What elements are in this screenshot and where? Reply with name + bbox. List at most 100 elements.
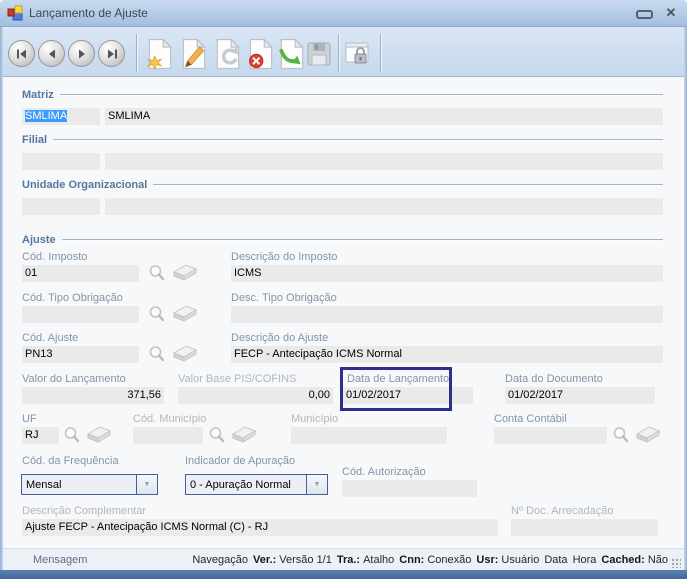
eraser-icon[interactable] bbox=[172, 344, 198, 362]
eraser-icon[interactable] bbox=[231, 425, 257, 443]
toolbar-separator bbox=[136, 34, 137, 72]
first-record-button[interactable] bbox=[8, 40, 35, 67]
cod-frequencia-selected-value: Mensal bbox=[26, 478, 62, 491]
data-lancamento-label: Data de Lançamento bbox=[347, 373, 450, 385]
desc-tipo-obrigacao-field[interactable] bbox=[231, 306, 663, 323]
search-icon[interactable] bbox=[612, 426, 630, 444]
filial-name-field[interactable] bbox=[105, 153, 663, 170]
chevron-down-icon[interactable]: ▼ bbox=[136, 475, 157, 494]
titlebar[interactable]: Lançamento de Ajuste bbox=[0, 0, 687, 27]
window-title: Lançamento de Ajuste bbox=[29, 6, 148, 20]
search-icon[interactable] bbox=[148, 264, 166, 282]
new-record-button[interactable] bbox=[146, 38, 174, 71]
valor-base-pis-cofins-field[interactable]: 0,00 bbox=[178, 387, 333, 404]
cod-imposto-label: Cód. Imposto bbox=[22, 251, 88, 263]
desc-ajuste-label: Descrição do Ajuste bbox=[231, 332, 329, 344]
matriz-code-input[interactable]: SMLIMA bbox=[22, 108, 100, 125]
section-unidade-title: Unidade Organizacional bbox=[22, 178, 148, 191]
status-usr-value: Usuário bbox=[501, 553, 540, 566]
data-lancamento-input[interactable]: 01/02/2017 bbox=[343, 387, 473, 404]
chevron-down-icon[interactable]: ▼ bbox=[306, 475, 327, 494]
eraser-icon[interactable] bbox=[86, 425, 112, 443]
undo-icon bbox=[214, 38, 242, 70]
matriz-code-selected-text: SMLIMA bbox=[25, 110, 68, 122]
cod-frequencia-select[interactable]: Mensal ▼ bbox=[21, 474, 158, 495]
valor-lancamento-input[interactable]: 371,56 bbox=[22, 387, 164, 404]
edit-record-button[interactable] bbox=[180, 38, 208, 70]
save-record-button[interactable] bbox=[305, 38, 333, 70]
minimize-icon[interactable] bbox=[636, 10, 653, 19]
indicador-apuracao-label: Indicador de Apuração bbox=[185, 455, 296, 467]
post-record-button[interactable] bbox=[278, 38, 306, 70]
status-info: Navegação Ver.: Versão 1/1 Tra.: Atalho Cn… bbox=[187, 554, 668, 566]
unidade-name-field[interactable] bbox=[105, 198, 663, 215]
section-divider bbox=[59, 94, 663, 95]
data-documento-label: Data do Documento bbox=[505, 373, 603, 385]
matriz-name-field[interactable]: SMLIMA bbox=[105, 108, 663, 125]
resize-grip[interactable] bbox=[670, 557, 681, 568]
cod-ajuste-label: Cód. Ajuste bbox=[22, 332, 79, 344]
desc-tipo-obrigacao-label: Desc. Tipo Obrigação bbox=[231, 292, 337, 304]
descricao-complementar-label: Descrição Complementar bbox=[22, 505, 147, 517]
valor-lancamento-label: Valor do Lançamento bbox=[22, 373, 126, 385]
undo-button[interactable] bbox=[214, 38, 242, 70]
status-ver-value: Versão 1/1 bbox=[279, 553, 332, 566]
search-icon[interactable] bbox=[148, 345, 166, 363]
next-record-button[interactable] bbox=[68, 40, 95, 67]
unidade-code-input[interactable] bbox=[22, 198, 100, 215]
municipio-field[interactable] bbox=[291, 427, 447, 444]
conta-contabil-input[interactable] bbox=[494, 427, 607, 444]
section-filial-title: Filial bbox=[22, 133, 48, 146]
section-divider bbox=[153, 184, 663, 185]
indicador-apuracao-select[interactable]: 0 - Apuração Normal ▼ bbox=[185, 474, 328, 495]
search-icon[interactable] bbox=[63, 426, 81, 444]
status-message: Mensagem bbox=[33, 553, 88, 566]
data-documento-input[interactable]: 01/02/2017 bbox=[505, 387, 655, 404]
uf-label: UF bbox=[22, 413, 37, 425]
eraser-icon[interactable] bbox=[172, 263, 198, 281]
post-record-icon bbox=[279, 38, 306, 70]
cod-imposto-input[interactable]: 01 bbox=[22, 265, 139, 282]
section-divider bbox=[61, 239, 663, 240]
last-record-button[interactable] bbox=[98, 40, 125, 67]
section-divider bbox=[53, 139, 663, 140]
status-tra-label: Tra.: bbox=[336, 553, 361, 566]
status-cached-label: Cached: bbox=[601, 553, 645, 566]
window-border-bottom bbox=[0, 570, 687, 579]
status-tra-value: Atalho bbox=[363, 553, 395, 566]
edit-record-icon bbox=[180, 38, 208, 70]
cod-municipio-input[interactable] bbox=[133, 427, 203, 444]
desc-imposto-field[interactable]: ICMS bbox=[231, 265, 663, 282]
permissions-button[interactable] bbox=[344, 38, 372, 70]
indicador-apuracao-selected-value: 0 - Apuração Normal bbox=[190, 478, 291, 491]
status-ver-label: Ver.: bbox=[253, 553, 277, 566]
cod-frequencia-label: Cód. da Frequência bbox=[22, 455, 119, 467]
toolbar-separator bbox=[380, 34, 381, 72]
section-ajuste-title: Ajuste bbox=[22, 233, 56, 246]
num-doc-arrecadacao-label: Nº Doc. Arrecadação bbox=[511, 505, 614, 517]
status-cnn-label: Cnn: bbox=[399, 553, 425, 566]
num-doc-arrecadacao-input[interactable] bbox=[511, 519, 658, 536]
cod-autorizacao-input[interactable] bbox=[342, 480, 477, 497]
eraser-icon[interactable] bbox=[635, 425, 661, 443]
previous-record-button[interactable] bbox=[38, 40, 65, 67]
delete-record-button[interactable] bbox=[247, 38, 275, 70]
search-icon[interactable] bbox=[148, 305, 166, 323]
status-hora: Hora bbox=[572, 553, 597, 566]
window-border-left bbox=[0, 27, 3, 570]
status-cached-value: Não bbox=[647, 553, 668, 566]
cod-ajuste-input[interactable]: PN13 bbox=[22, 346, 139, 363]
filial-code-input[interactable] bbox=[22, 153, 100, 170]
cod-tipo-obrigacao-label: Cód. Tipo Obrigação bbox=[22, 292, 123, 304]
status-data: Data bbox=[544, 553, 568, 566]
eraser-icon[interactable] bbox=[172, 304, 198, 322]
search-icon[interactable] bbox=[208, 426, 226, 444]
desc-ajuste-field[interactable]: FECP - Antecipação ICMS Normal bbox=[231, 346, 663, 363]
close-icon[interactable]: ✕ bbox=[663, 5, 679, 21]
section-matriz: Matriz bbox=[22, 88, 663, 101]
cod-tipo-obrigacao-input[interactable] bbox=[22, 306, 139, 323]
lock-icon bbox=[345, 42, 369, 64]
uf-input[interactable]: RJ bbox=[22, 427, 59, 444]
descricao-complementar-input[interactable]: Ajuste FECP - Antecipação ICMS Normal (C… bbox=[22, 519, 498, 536]
toolbar-separator bbox=[338, 34, 339, 72]
